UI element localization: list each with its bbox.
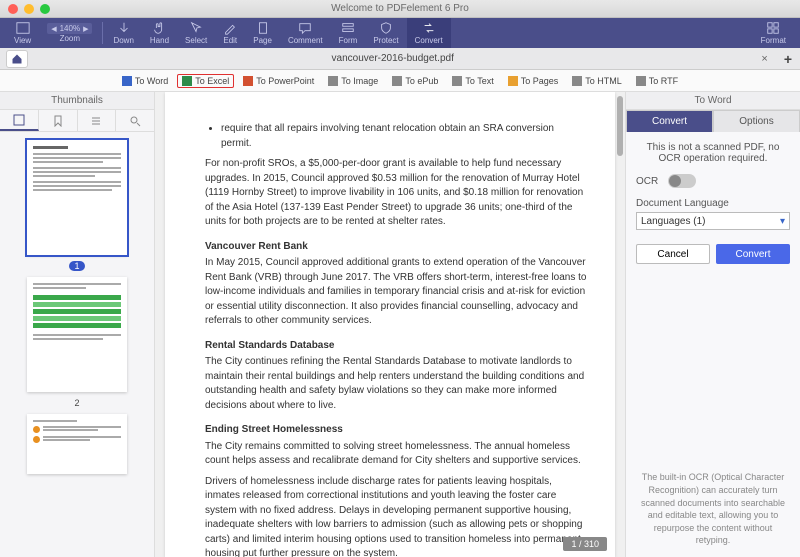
doc-h3: Rental Standards Database (205, 339, 587, 354)
close-tab-icon[interactable]: × (753, 53, 775, 65)
doc-h2: Vancouver Rent Bank (205, 240, 587, 255)
to-excel-button[interactable]: To Excel (177, 74, 234, 88)
comment-button[interactable]: Comment (280, 18, 331, 48)
thumbnails-header: Thumbnails (0, 92, 154, 110)
doc-bullet: require that all repairs involving tenan… (221, 122, 587, 151)
thumbnails-tab-pages[interactable] (0, 110, 39, 131)
select-button[interactable]: Select (177, 18, 215, 48)
tab-options[interactable]: Options (713, 110, 800, 132)
page-button[interactable]: Page (245, 18, 280, 48)
chevron-right-icon[interactable]: ▶ (83, 25, 88, 33)
document-tab-bar: vancouver-2016-budget.pdf × + (0, 48, 800, 70)
chevron-down-icon: ▾ (780, 216, 785, 227)
page-content: require that all repairs involving tenan… (165, 92, 615, 557)
hand-button[interactable]: Hand (142, 18, 177, 48)
tab-convert[interactable]: Convert (626, 110, 713, 132)
to-html-button[interactable]: To HTML (567, 74, 627, 88)
ocr-label: OCR (636, 176, 658, 187)
view-button[interactable]: View (6, 18, 39, 48)
sidebar-title: To Word (626, 92, 800, 110)
edit-button[interactable]: Edit (215, 18, 245, 48)
zoom-value: 140% (60, 24, 80, 33)
to-powerpoint-button[interactable]: To PowerPoint (238, 74, 319, 88)
to-epub-button[interactable]: To ePub (387, 74, 443, 88)
convert-action-button[interactable]: Convert (716, 244, 790, 264)
thumbnail-page-1[interactable] (27, 140, 127, 255)
add-tab-icon[interactable]: + (776, 51, 800, 67)
doc-h4: Ending Street Homelessness (205, 423, 587, 438)
home-button[interactable] (6, 50, 28, 68)
thumbnail-page-3[interactable] (27, 414, 127, 474)
down-button[interactable]: Down (105, 18, 141, 48)
convert-bar: To Word To Excel To PowerPoint To Image … (0, 70, 800, 92)
window-titlebar: Welcome to PDFelement 6 Pro (0, 0, 800, 18)
to-text-button[interactable]: To Text (447, 74, 498, 88)
page-view[interactable]: require that all repairs involving tenan… (155, 92, 625, 557)
doc-p4: The City remains committed to solving st… (205, 440, 587, 469)
thumbnails-tab-search[interactable] (116, 110, 154, 131)
thumbnail-page-2[interactable] (27, 277, 127, 392)
doc-p2: In May 2015, Council approved additional… (205, 256, 587, 329)
document-tab[interactable]: vancouver-2016-budget.pdf (32, 53, 753, 64)
thumbnail-label-1: 1 (69, 261, 84, 271)
to-word-button[interactable]: To Word (117, 74, 173, 88)
form-button[interactable]: Form (331, 18, 366, 48)
doc-language-label: Document Language (636, 198, 790, 209)
doc-p1: For non-profit SROs, a $5,000-per-door g… (205, 157, 587, 230)
to-pages-button[interactable]: To Pages (503, 74, 564, 88)
doc-p5: Drivers of homelessness include discharg… (205, 475, 587, 557)
page-scrollbar[interactable] (616, 92, 624, 557)
doc-p3: The City continues refining the Rental S… (205, 355, 587, 413)
no-ocr-message: This is not a scanned PDF, no OCR operat… (636, 142, 790, 164)
convert-button[interactable]: Convert (407, 18, 451, 48)
window-title: Welcome to PDFelement 6 Pro (0, 3, 800, 14)
page-counter[interactable]: 1 / 310 (563, 537, 607, 551)
thumbnails-tab-bookmark[interactable] (39, 110, 78, 131)
sidebar-footer-note: The built-in OCR (Optical Character Reco… (626, 461, 800, 557)
ocr-toggle[interactable] (668, 174, 696, 188)
thumbnail-label-2: 2 (74, 398, 79, 408)
format-button[interactable]: Format (753, 18, 794, 48)
chevron-left-icon[interactable]: ◀ (51, 25, 56, 33)
language-select[interactable]: Languages (1)▾ (636, 212, 790, 230)
cancel-button[interactable]: Cancel (636, 244, 710, 264)
to-image-button[interactable]: To Image (323, 74, 383, 88)
main-toolbar: View ◀140%▶ Zoom Down Hand Select Edit P… (0, 18, 800, 48)
protect-button[interactable]: Protect (365, 18, 406, 48)
to-rtf-button[interactable]: To RTF (631, 74, 683, 88)
thumbnails-panel: Thumbnails 1 2 (0, 92, 155, 557)
zoom-control[interactable]: ◀140%▶ Zoom (39, 18, 100, 48)
thumbnails-tab-list[interactable] (78, 110, 117, 131)
convert-sidebar: To Word Convert Options This is not a sc… (625, 92, 800, 557)
